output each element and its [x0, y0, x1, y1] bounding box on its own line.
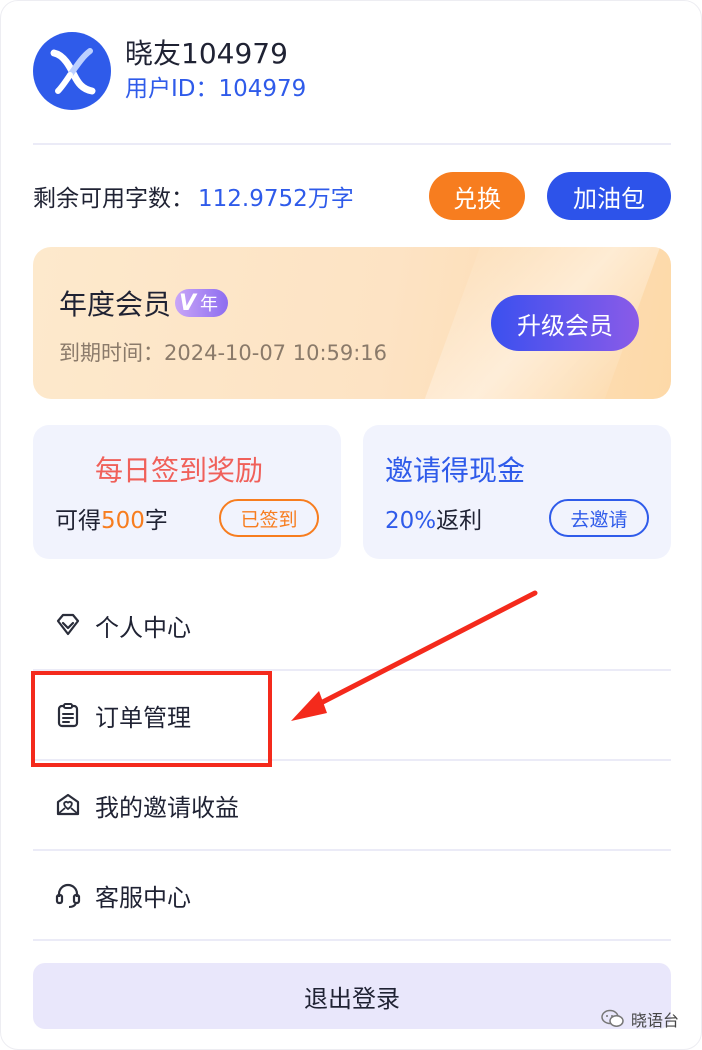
- wechat-icon: [601, 1009, 625, 1029]
- invite-rebate-suffix: 返利: [436, 508, 483, 534]
- menu-item-profile[interactable]: 个人中心: [33, 581, 671, 669]
- invite-rebate-percent: 20%: [385, 508, 437, 534]
- membership-title-row: 年度会员 V 年: [59, 283, 229, 323]
- menu-item-label: 客服中心: [95, 883, 191, 912]
- go-invite-button[interactable]: 去邀请: [549, 499, 649, 537]
- divider: [33, 143, 671, 145]
- membership-title: 年度会员: [59, 288, 172, 321]
- divider: [33, 939, 671, 941]
- upgrade-membership-button[interactable]: 升级会员: [491, 295, 639, 351]
- redeem-button[interactable]: 兑换: [429, 172, 525, 220]
- checkin-reward: 可得500字: [55, 501, 168, 535]
- menu-item-invite-earnings[interactable]: 我的邀请收益: [33, 761, 671, 849]
- menu-item-support[interactable]: 客服中心: [33, 851, 671, 939]
- user-id: 用户ID：104979: [125, 76, 307, 102]
- invite-card[interactable]: 邀请得现金 20%返利 去邀请: [363, 425, 671, 559]
- balance-label: 剩余可用字数：: [33, 186, 194, 212]
- user-panel: 晓友104979 用户ID：104979 剩余可用字数： 112.9752万字 …: [0, 0, 702, 1050]
- watermark-text: 晓语台: [630, 1011, 679, 1030]
- diamond-icon: [53, 610, 83, 640]
- checked-in-button[interactable]: 已签到: [219, 499, 319, 537]
- checkin-title: 每日签到奖励: [95, 454, 264, 487]
- checkin-card[interactable]: 每日签到奖励 可得500字 已签到: [33, 425, 341, 559]
- watermark: 晓语台: [601, 1007, 679, 1031]
- user-header: 晓友104979 用户ID：104979: [33, 31, 673, 111]
- brand-logo-icon: [50, 48, 96, 95]
- balance-value: 112.9752万字: [198, 186, 354, 212]
- envelope-heart-icon: [53, 790, 83, 820]
- invite-rebate: 20%返利: [385, 501, 482, 535]
- menu-item-label: 个人中心: [95, 613, 191, 642]
- headset-icon: [53, 880, 83, 910]
- checkin-reward-suffix: 字: [144, 508, 168, 534]
- highlight-box: [31, 671, 272, 767]
- membership-card: 年度会员 V 年 到期时间：2024-10-07 10:59:16 升级会员: [33, 247, 671, 399]
- username: 晓友104979: [125, 37, 288, 70]
- topup-button[interactable]: 加油包: [547, 172, 671, 220]
- membership-expire: 到期时间：2024-10-07 10:59:16: [59, 341, 388, 365]
- balance-row: 剩余可用字数： 112.9752万字 兑换 加油包: [33, 171, 671, 221]
- logout-button[interactable]: 退出登录: [33, 963, 671, 1029]
- checkin-reward-prefix: 可得: [55, 508, 101, 534]
- avatar[interactable]: [33, 32, 111, 110]
- checkin-reward-amount: 500: [101, 508, 145, 534]
- invite-title: 邀请得现金: [385, 454, 526, 487]
- vip-v-icon: V: [179, 290, 197, 316]
- vip-badge-text: 年: [200, 294, 219, 315]
- menu-item-label: 我的邀请收益: [95, 793, 239, 822]
- vip-badge: V 年: [175, 289, 229, 317]
